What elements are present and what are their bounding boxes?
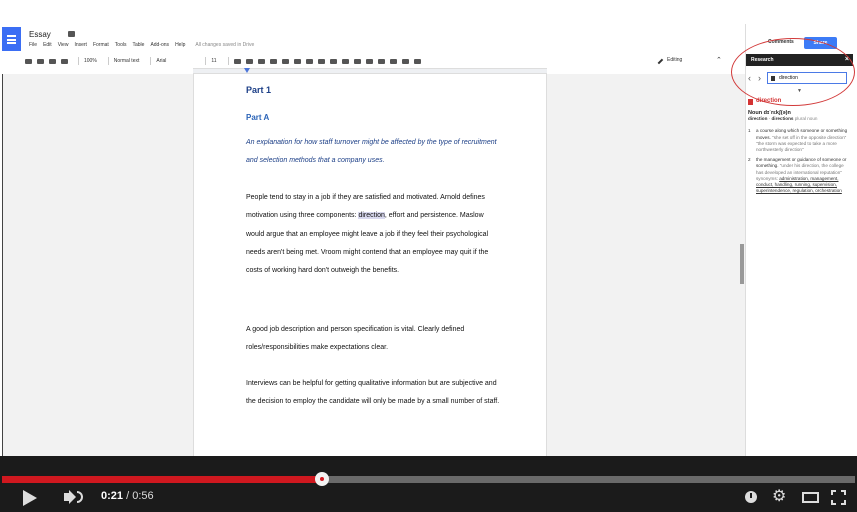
indent-marker-icon[interactable] xyxy=(244,68,250,73)
document-scrollbar[interactable] xyxy=(740,244,744,284)
bulleted-list-icon[interactable] xyxy=(377,58,385,64)
paint-format-icon[interactable] xyxy=(61,58,68,64)
font-select[interactable]: Arial xyxy=(156,58,166,64)
comment-icon[interactable] xyxy=(293,58,301,64)
volume-icon[interactable] xyxy=(64,493,69,501)
video-frame: Essay File Edit View Insert Format Tools… xyxy=(0,0,857,512)
intro-paragraph: An explanation for how staff turnover mi… xyxy=(246,139,497,165)
definition-number: 2 xyxy=(748,157,751,163)
align-center-icon[interactable] xyxy=(317,58,325,64)
doc-title[interactable]: Essay xyxy=(29,30,51,39)
paragraph-interviews: Interviews can be helpful for getting qu… xyxy=(246,380,500,406)
toolbar-divider xyxy=(78,57,79,65)
clear-formatting-icon[interactable] xyxy=(413,58,421,64)
play-icon[interactable] xyxy=(23,490,37,506)
menu-help[interactable]: Help xyxy=(175,42,185,48)
text-color-icon[interactable] xyxy=(269,58,277,64)
toolbar-divider xyxy=(107,57,109,65)
menu-format[interactable]: Format xyxy=(93,42,109,48)
selected-word[interactable]: direction xyxy=(358,212,385,220)
zoom-select[interactable]: 100% xyxy=(84,58,97,64)
word-form-plural: directions xyxy=(771,116,794,122)
annotation-circle xyxy=(731,38,855,106)
progress-scrubber[interactable] xyxy=(315,472,329,486)
word-form-note: plural noun xyxy=(794,116,818,122)
heading-part-1: Part 1 xyxy=(246,85,272,95)
theater-mode-icon[interactable] xyxy=(802,492,819,503)
justify-icon[interactable] xyxy=(341,58,349,64)
word-forms: direction · directions plural noun xyxy=(748,116,818,122)
align-right-icon[interactable] xyxy=(329,58,337,64)
menu-addons[interactable]: Add-ons xyxy=(150,42,169,48)
print-icon[interactable] xyxy=(25,58,32,64)
synonyms-label: synonyms: xyxy=(756,175,778,181)
link-icon[interactable] xyxy=(281,58,289,64)
toolbar-divider xyxy=(205,57,207,65)
definition-block: Noun dɪˈrɛkʃ(ə)n direction · directions … xyxy=(748,110,848,198)
current-time: 0:21 xyxy=(101,490,124,502)
duration: / 0:56 xyxy=(126,490,154,502)
menu-edit[interactable]: Edit xyxy=(43,42,52,48)
line-spacing-icon[interactable] xyxy=(353,58,361,64)
increase-indent-icon[interactable] xyxy=(401,58,409,64)
numbered-list-icon[interactable] xyxy=(365,58,373,64)
paragraph-motivation: People tend to stay in a job if they are… xyxy=(246,189,502,280)
menu-file[interactable]: File xyxy=(29,42,37,48)
menu-tools[interactable]: Tools xyxy=(115,42,127,48)
video-player-controls xyxy=(0,456,857,512)
definition-list: 1 a course along which someone or someth… xyxy=(748,128,848,194)
editing-mode-select[interactable]: Editing xyxy=(667,57,682,63)
save-status: All changes saved in Drive xyxy=(195,42,255,48)
menu-table[interactable]: Table xyxy=(132,42,144,48)
decrease-indent-icon[interactable] xyxy=(389,58,397,64)
watch-later-icon[interactable] xyxy=(745,491,757,503)
folder-icon[interactable] xyxy=(68,31,75,37)
definition-item: 2 the management or guidance of someone … xyxy=(748,157,848,194)
progress-played xyxy=(2,476,322,483)
docs-logo-icon[interactable] xyxy=(2,27,21,51)
time-display: 0:21 / 0:56 xyxy=(101,490,154,502)
paragraph-job-description: A good job description and person specif… xyxy=(246,326,465,352)
menu-insert[interactable]: Insert xyxy=(74,42,87,48)
toolbar: 100% Normal text Arial 11 xyxy=(25,54,745,68)
toolbar-divider xyxy=(150,57,152,65)
undo-icon[interactable] xyxy=(37,58,44,64)
align-left-icon[interactable] xyxy=(305,58,313,64)
heading-part-a: Part A xyxy=(246,113,270,122)
definition-number: 1 xyxy=(748,128,751,134)
definition-item: 1 a course along which someone or someth… xyxy=(748,128,848,153)
bold-icon[interactable] xyxy=(233,58,241,64)
menu-view[interactable]: View xyxy=(58,42,69,48)
style-select[interactable]: Normal text xyxy=(114,58,140,64)
paragraph-text: , effort and persistence. Maslow would a… xyxy=(246,212,489,275)
font-size-select[interactable]: 11 xyxy=(211,58,216,64)
toolbar-divider xyxy=(227,57,229,65)
research-term[interactable]: direction xyxy=(756,98,781,104)
fullscreen-icon[interactable] xyxy=(831,490,846,505)
collapse-toolbar-icon[interactable]: ⌃ xyxy=(716,56,722,64)
word-form: direction xyxy=(748,116,768,122)
redo-icon[interactable] xyxy=(49,58,56,64)
gear-icon[interactable]: ⚙ xyxy=(772,489,786,505)
underline-icon[interactable] xyxy=(257,58,265,64)
docs-header: Essay File Edit View Insert Format Tools… xyxy=(0,24,745,54)
menu-bar: File Edit View Insert Format Tools Table… xyxy=(29,42,254,48)
dictionary-icon xyxy=(748,99,753,105)
italic-icon[interactable] xyxy=(245,58,253,64)
